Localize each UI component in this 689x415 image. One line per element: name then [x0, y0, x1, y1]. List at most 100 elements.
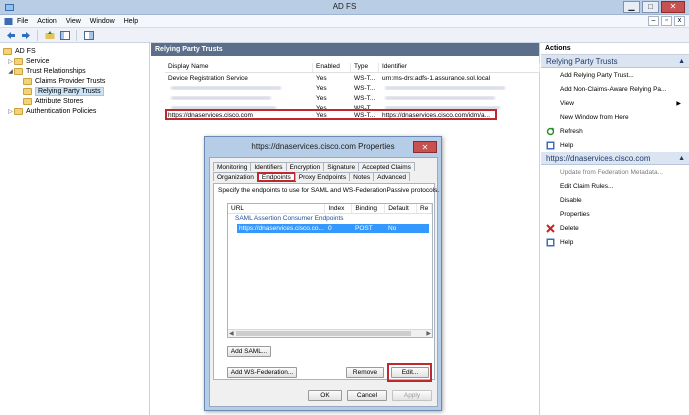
toolbar	[0, 28, 689, 43]
help-toolbar-button[interactable]	[83, 30, 94, 41]
expand-icon[interactable]: ▷	[7, 58, 14, 65]
actions-title: Actions	[541, 43, 689, 55]
tab-identifiers[interactable]: Identifiers	[250, 162, 287, 171]
tree-item-authentication-policies[interactable]: ▷ Authentication Policies	[0, 106, 149, 116]
action-label: Help	[560, 141, 574, 149]
column-header-enabled[interactable]: Enabled	[313, 63, 351, 72]
tab-proxy-endpoints[interactable]: Proxy Endpoints	[294, 172, 351, 181]
scroll-left-icon[interactable]: ◀	[229, 330, 234, 337]
tree-item-adfs[interactable]: AD FS	[0, 46, 149, 56]
column-header-binding[interactable]: Binding	[352, 204, 386, 213]
action-label: Refresh	[560, 127, 583, 135]
close-window-button[interactable]: ✕	[661, 1, 685, 13]
menu-window[interactable]: Window	[90, 18, 115, 25]
endpoints-list-header: URL Index Binding Default Re	[228, 204, 432, 214]
cell-url: https://dnaservices.cisco.co...	[239, 225, 324, 232]
expand-icon[interactable]: ▷	[7, 108, 14, 115]
tab-organization[interactable]: Organization	[213, 172, 258, 181]
action-add-non-claims-aware[interactable]: Add Non-Claims-Aware Relying Pa...	[541, 82, 689, 96]
actions-section-selected-trust[interactable]: https://dnaservices.cisco.com ▲	[541, 152, 689, 165]
action-update-from-federation-metadata: Update from Federation Metadata...	[541, 165, 689, 179]
up-folder-button[interactable]	[44, 30, 55, 41]
action-delete[interactable]: Delete	[541, 221, 689, 235]
action-disable[interactable]: Disable	[541, 193, 689, 207]
tree-item-trust-relationships[interactable]: ◢ Trust Relationships	[0, 66, 149, 76]
tab-advanced[interactable]: Advanced	[373, 172, 411, 181]
dialog-close-button[interactable]: ✕	[413, 141, 437, 153]
cell-identifier-redacted	[379, 96, 540, 100]
menu-help[interactable]: Help	[124, 18, 138, 25]
row-highlight-box	[165, 109, 497, 120]
action-label: Add Relying Party Trust...	[560, 71, 634, 79]
remove-button[interactable]: Remove	[346, 367, 384, 378]
mdi-restore-button[interactable]: ▫	[661, 16, 672, 26]
action-add-relying-party-trust[interactable]: Add Relying Party Trust...	[541, 68, 689, 82]
cancel-button[interactable]: Cancel	[347, 390, 387, 401]
menu-view[interactable]: View	[66, 18, 81, 25]
delete-icon	[546, 224, 555, 233]
column-header-type[interactable]: Type	[351, 63, 379, 72]
collapse-icon[interactable]: ◢	[7, 68, 14, 75]
tab-accepted-claims[interactable]: Accepted Claims	[358, 162, 415, 171]
action-new-window[interactable]: New Window from Here	[541, 110, 689, 124]
forward-button[interactable]	[20, 30, 31, 41]
action-label: Properties	[560, 210, 590, 218]
tree-item-attribute-stores[interactable]: Attribute Stores	[0, 96, 149, 106]
tab-monitoring[interactable]: Monitoring	[213, 162, 252, 171]
column-header-default[interactable]: Default	[385, 204, 418, 213]
endpoints-list[interactable]: URL Index Binding Default Re SAML Assert…	[227, 203, 433, 338]
column-header-display-name[interactable]: Display Name	[165, 63, 313, 72]
column-header-url[interactable]: URL	[228, 204, 326, 213]
tab-signature[interactable]: Signature	[323, 162, 360, 171]
scroll-right-icon[interactable]: ▶	[426, 330, 431, 337]
pane-title: Relying Party Trusts	[151, 43, 539, 56]
folder-icon	[23, 97, 32, 105]
collapse-arrow-icon[interactable]: ▲	[678, 152, 685, 165]
minimize-button[interactable]: ▁	[623, 1, 640, 13]
mdi-minimize-button[interactable]: –	[648, 16, 659, 26]
mdi-close-button[interactable]: x	[674, 16, 685, 26]
tab-endpoints[interactable]: Endpoints	[256, 172, 296, 182]
tree-item-label: Service	[26, 57, 50, 65]
action-help-selected[interactable]: Help	[541, 235, 689, 249]
dialog-body: Monitoring Identifiers Encryption Signat…	[209, 157, 439, 407]
tree-item-relying-party-trusts[interactable]: Relying Party Trusts	[0, 86, 149, 96]
folder-icon	[14, 67, 23, 75]
tab-row-top: Monitoring Identifiers Encryption Signat…	[213, 162, 415, 171]
tree-item-service[interactable]: ▷ Service	[0, 56, 149, 66]
table-row[interactable]: Yes WS-T...	[165, 93, 540, 103]
cell-index: 0	[328, 225, 332, 232]
column-header-response-url[interactable]: Re	[417, 204, 432, 213]
collapse-arrow-icon[interactable]: ▲	[678, 55, 685, 68]
menu-file[interactable]: File	[17, 18, 28, 25]
horizontal-scrollbar[interactable]: ◀ ▶	[228, 329, 432, 337]
section-label: Relying Party Trusts	[546, 57, 618, 66]
tree-item-label: Relying Party Trusts	[35, 86, 104, 96]
actions-section-relying-party-trusts[interactable]: Relying Party Trusts ▲	[541, 55, 689, 68]
action-refresh[interactable]: Refresh	[541, 124, 689, 138]
column-header-index[interactable]: Index	[325, 204, 353, 213]
show-hide-tree-button[interactable]	[59, 30, 70, 41]
add-saml-button[interactable]: Add SAML...	[227, 346, 271, 357]
maximize-button[interactable]: □	[642, 1, 659, 13]
column-header-identifier[interactable]: Identifier	[379, 63, 540, 72]
console-tree-icon	[59, 30, 70, 40]
action-properties[interactable]: Properties	[541, 207, 689, 221]
table-row[interactable]: Yes WS-T...	[165, 83, 540, 93]
tab-encryption[interactable]: Encryption	[285, 162, 325, 171]
action-help[interactable]: Help	[541, 138, 689, 152]
scrollbar-thumb[interactable]	[236, 331, 411, 336]
cell-type: WS-T...	[354, 94, 376, 102]
cell-enabled: Yes	[316, 94, 327, 102]
ok-button[interactable]: OK	[308, 390, 342, 401]
menu-action[interactable]: Action	[37, 18, 56, 25]
tree-item-claims-provider-trusts[interactable]: Claims Provider Trusts	[0, 76, 149, 86]
action-edit-claim-rules[interactable]: Edit Claim Rules...	[541, 179, 689, 193]
add-ws-federation-button[interactable]: Add WS-Federation...	[227, 367, 297, 378]
endpoint-row-selected[interactable]: https://dnaservices.cisco.co... 0 POST N…	[237, 224, 429, 233]
table-row[interactable]: Device Registration Service Yes WS-T... …	[165, 73, 540, 83]
action-view[interactable]: View ▶	[541, 96, 689, 110]
back-arrow-icon	[6, 31, 15, 39]
tab-notes[interactable]: Notes	[349, 172, 375, 181]
back-button[interactable]	[5, 30, 16, 41]
